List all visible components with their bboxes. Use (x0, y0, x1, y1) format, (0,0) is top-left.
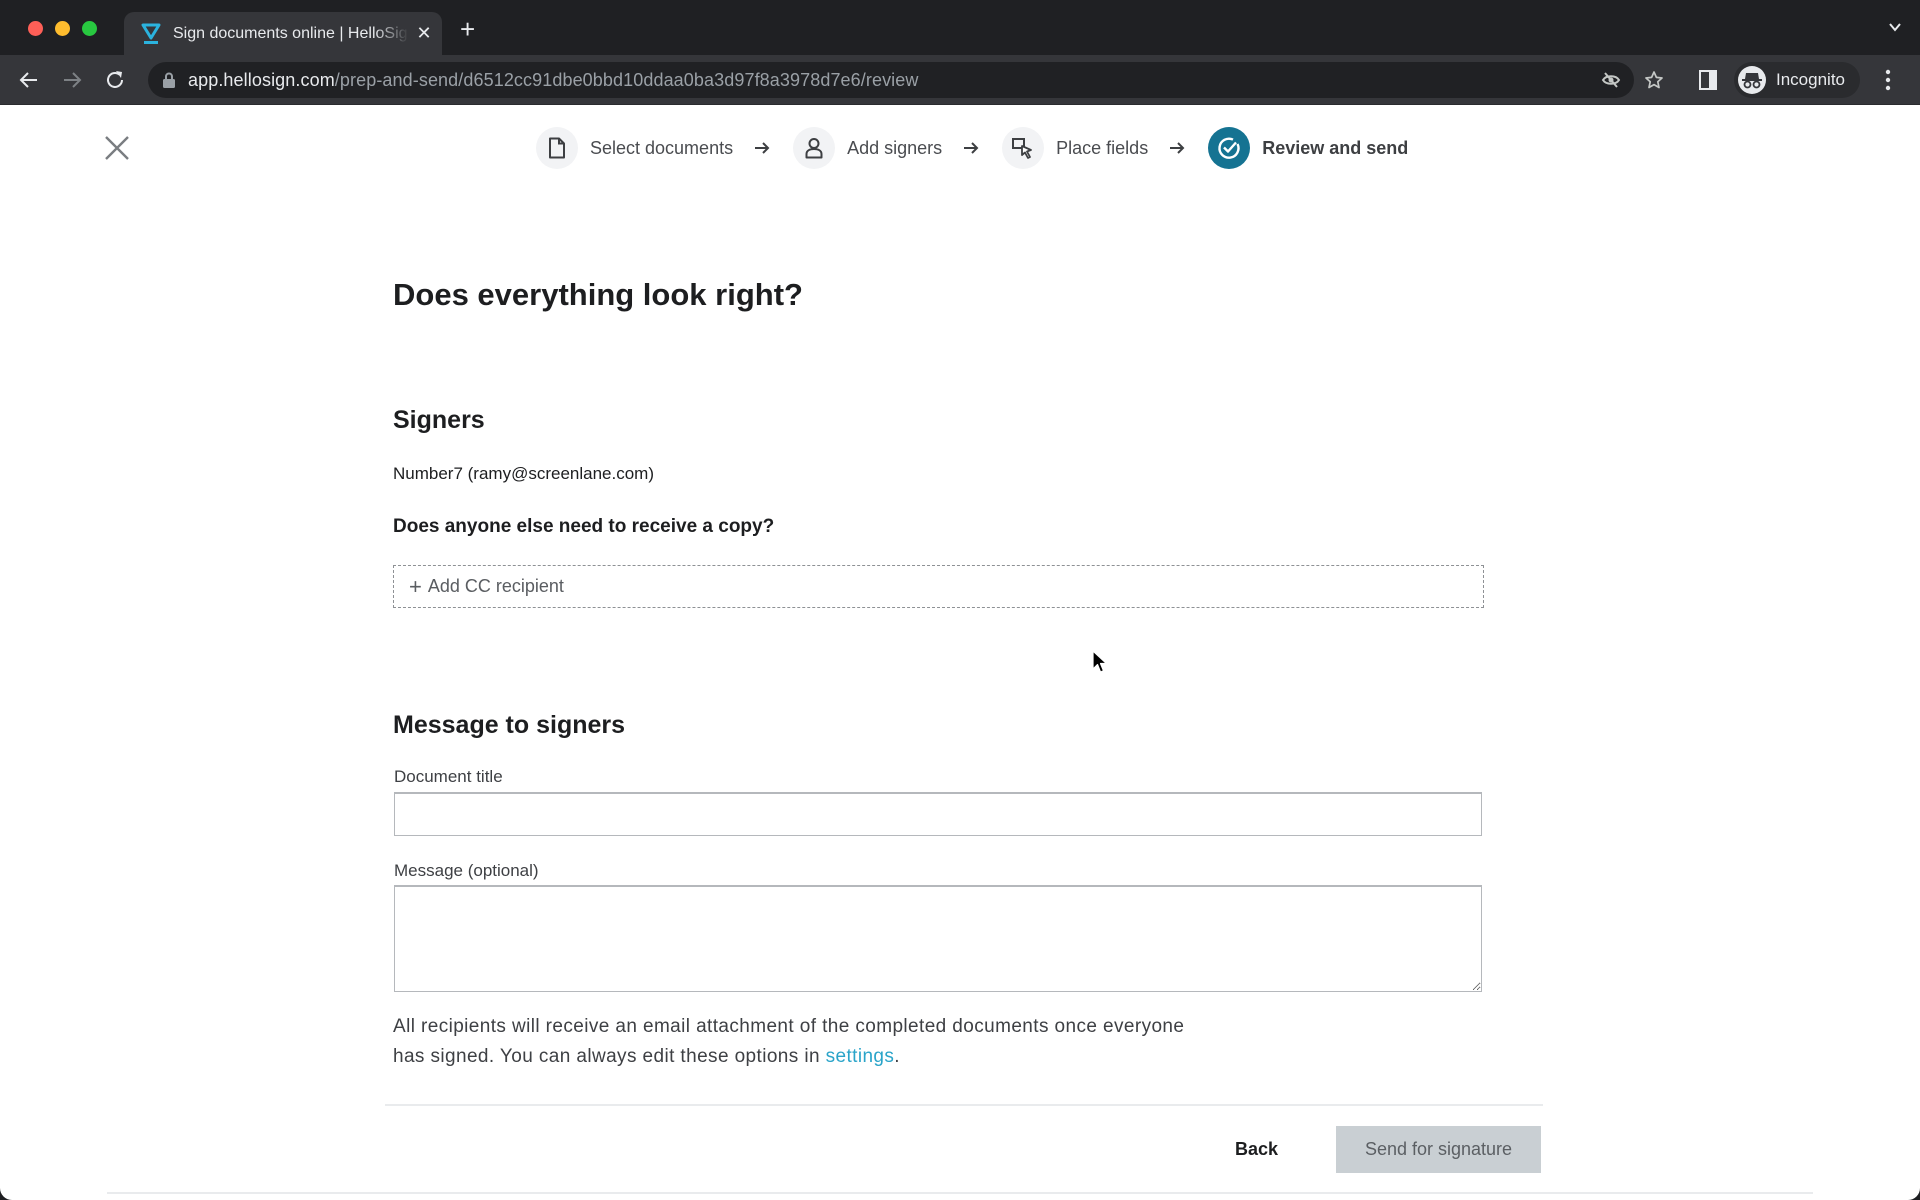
new-tab-icon[interactable]: + (460, 16, 475, 42)
address-bar[interactable]: app.hellosign.com/prep-and-send/d6512cc9… (148, 62, 1663, 98)
note-text: All recipients will receive an email att… (393, 1016, 1185, 1067)
window-minimize-button[interactable] (55, 21, 70, 36)
forward-icon[interactable] (60, 68, 84, 92)
url-text[interactable]: app.hellosign.com/prep-and-send/d6512cc9… (188, 70, 919, 91)
place-field-icon (1002, 127, 1045, 169)
message-heading: Message to signers (393, 711, 626, 739)
footer-divider (385, 1104, 1543, 1106)
back-icon[interactable] (17, 68, 41, 92)
signer-item: Number7 (ramy@screenlane.com) (393, 464, 655, 483)
side-panel-icon[interactable] (1698, 70, 1718, 90)
window-zoom-button[interactable] (82, 21, 97, 36)
document-title-label: Document title (394, 767, 503, 786)
mouse-cursor-icon (1092, 650, 1108, 673)
message-label: Message (optional) (394, 861, 539, 880)
profile-button[interactable]: Incognito (1734, 62, 1860, 98)
document-icon (536, 127, 578, 169)
settings-link[interactable]: settings (826, 1046, 895, 1067)
arrow-right-icon (755, 142, 770, 154)
step-add-signers[interactable]: Add signers (793, 127, 942, 169)
url-path: /prep-and-send/d6512cc91dbe0bbd10ddaa0ba… (334, 69, 919, 90)
tab-title: Sign documents online | HelloSign (173, 24, 409, 42)
step-label: Select documents (590, 137, 734, 158)
arrow-right-icon (964, 142, 979, 154)
reload-icon[interactable] (103, 68, 127, 92)
step-label: Review and send (1262, 137, 1409, 158)
lock-icon (163, 72, 175, 88)
progress-stepper: Select documents Add signers Place field… (536, 127, 1408, 169)
recipients-note: All recipients will receive an email att… (393, 1012, 1213, 1072)
step-select-documents[interactable]: Select documents (536, 127, 733, 169)
profile-label: Incognito (1776, 70, 1845, 89)
eye-off-icon[interactable] (1601, 70, 1621, 90)
step-label: Place fields (1056, 137, 1149, 158)
cc-question: Does anyone else need to receive a copy? (393, 516, 775, 537)
page-title: Does everything look right? (393, 277, 803, 312)
step-place-fields[interactable]: Place fields (1002, 127, 1148, 169)
page-bottom-divider (107, 1192, 1813, 1194)
add-cc-label: Add CC recipient (427, 576, 564, 596)
url-host: app.hellosign.com (188, 69, 335, 90)
plus-icon: + (409, 573, 422, 599)
page: Select documents Add signers Place field… (0, 105, 1920, 1200)
browser-tab-bar: Sign documents online | HelloSign ✕ + (0, 0, 1920, 55)
close-icon[interactable] (103, 134, 131, 162)
arrow-right-icon (1170, 142, 1185, 154)
note-suffix: . (894, 1046, 900, 1067)
browser-toolbar: app.hellosign.com/prep-and-send/d6512cc9… (0, 55, 1920, 105)
step-label: Add signers (847, 137, 943, 158)
signers-heading: Signers (393, 406, 485, 434)
add-cc-recipient-button[interactable]: + Add CC recipient (393, 565, 1484, 608)
kebab-menu-icon[interactable] (1884, 69, 1892, 91)
document-title-input[interactable] (394, 792, 1482, 836)
tab-list-chevron-icon[interactable] (1888, 20, 1902, 34)
star-icon[interactable] (1644, 70, 1664, 90)
window-close-button[interactable] (28, 21, 43, 36)
check-circle-icon (1208, 127, 1251, 169)
tab-close-icon[interactable]: ✕ (415, 23, 433, 44)
hellosign-logo-icon (141, 23, 161, 44)
person-icon (793, 127, 836, 169)
browser-tab[interactable]: Sign documents online | HelloSign ✕ (124, 12, 442, 55)
step-review-and-send[interactable]: Review and send (1208, 127, 1408, 169)
incognito-icon (1738, 66, 1766, 94)
message-textarea[interactable] (394, 885, 1482, 992)
back-button[interactable]: Back (1223, 1126, 1290, 1172)
send-for-signature-button[interactable]: Send for signature (1336, 1126, 1541, 1173)
